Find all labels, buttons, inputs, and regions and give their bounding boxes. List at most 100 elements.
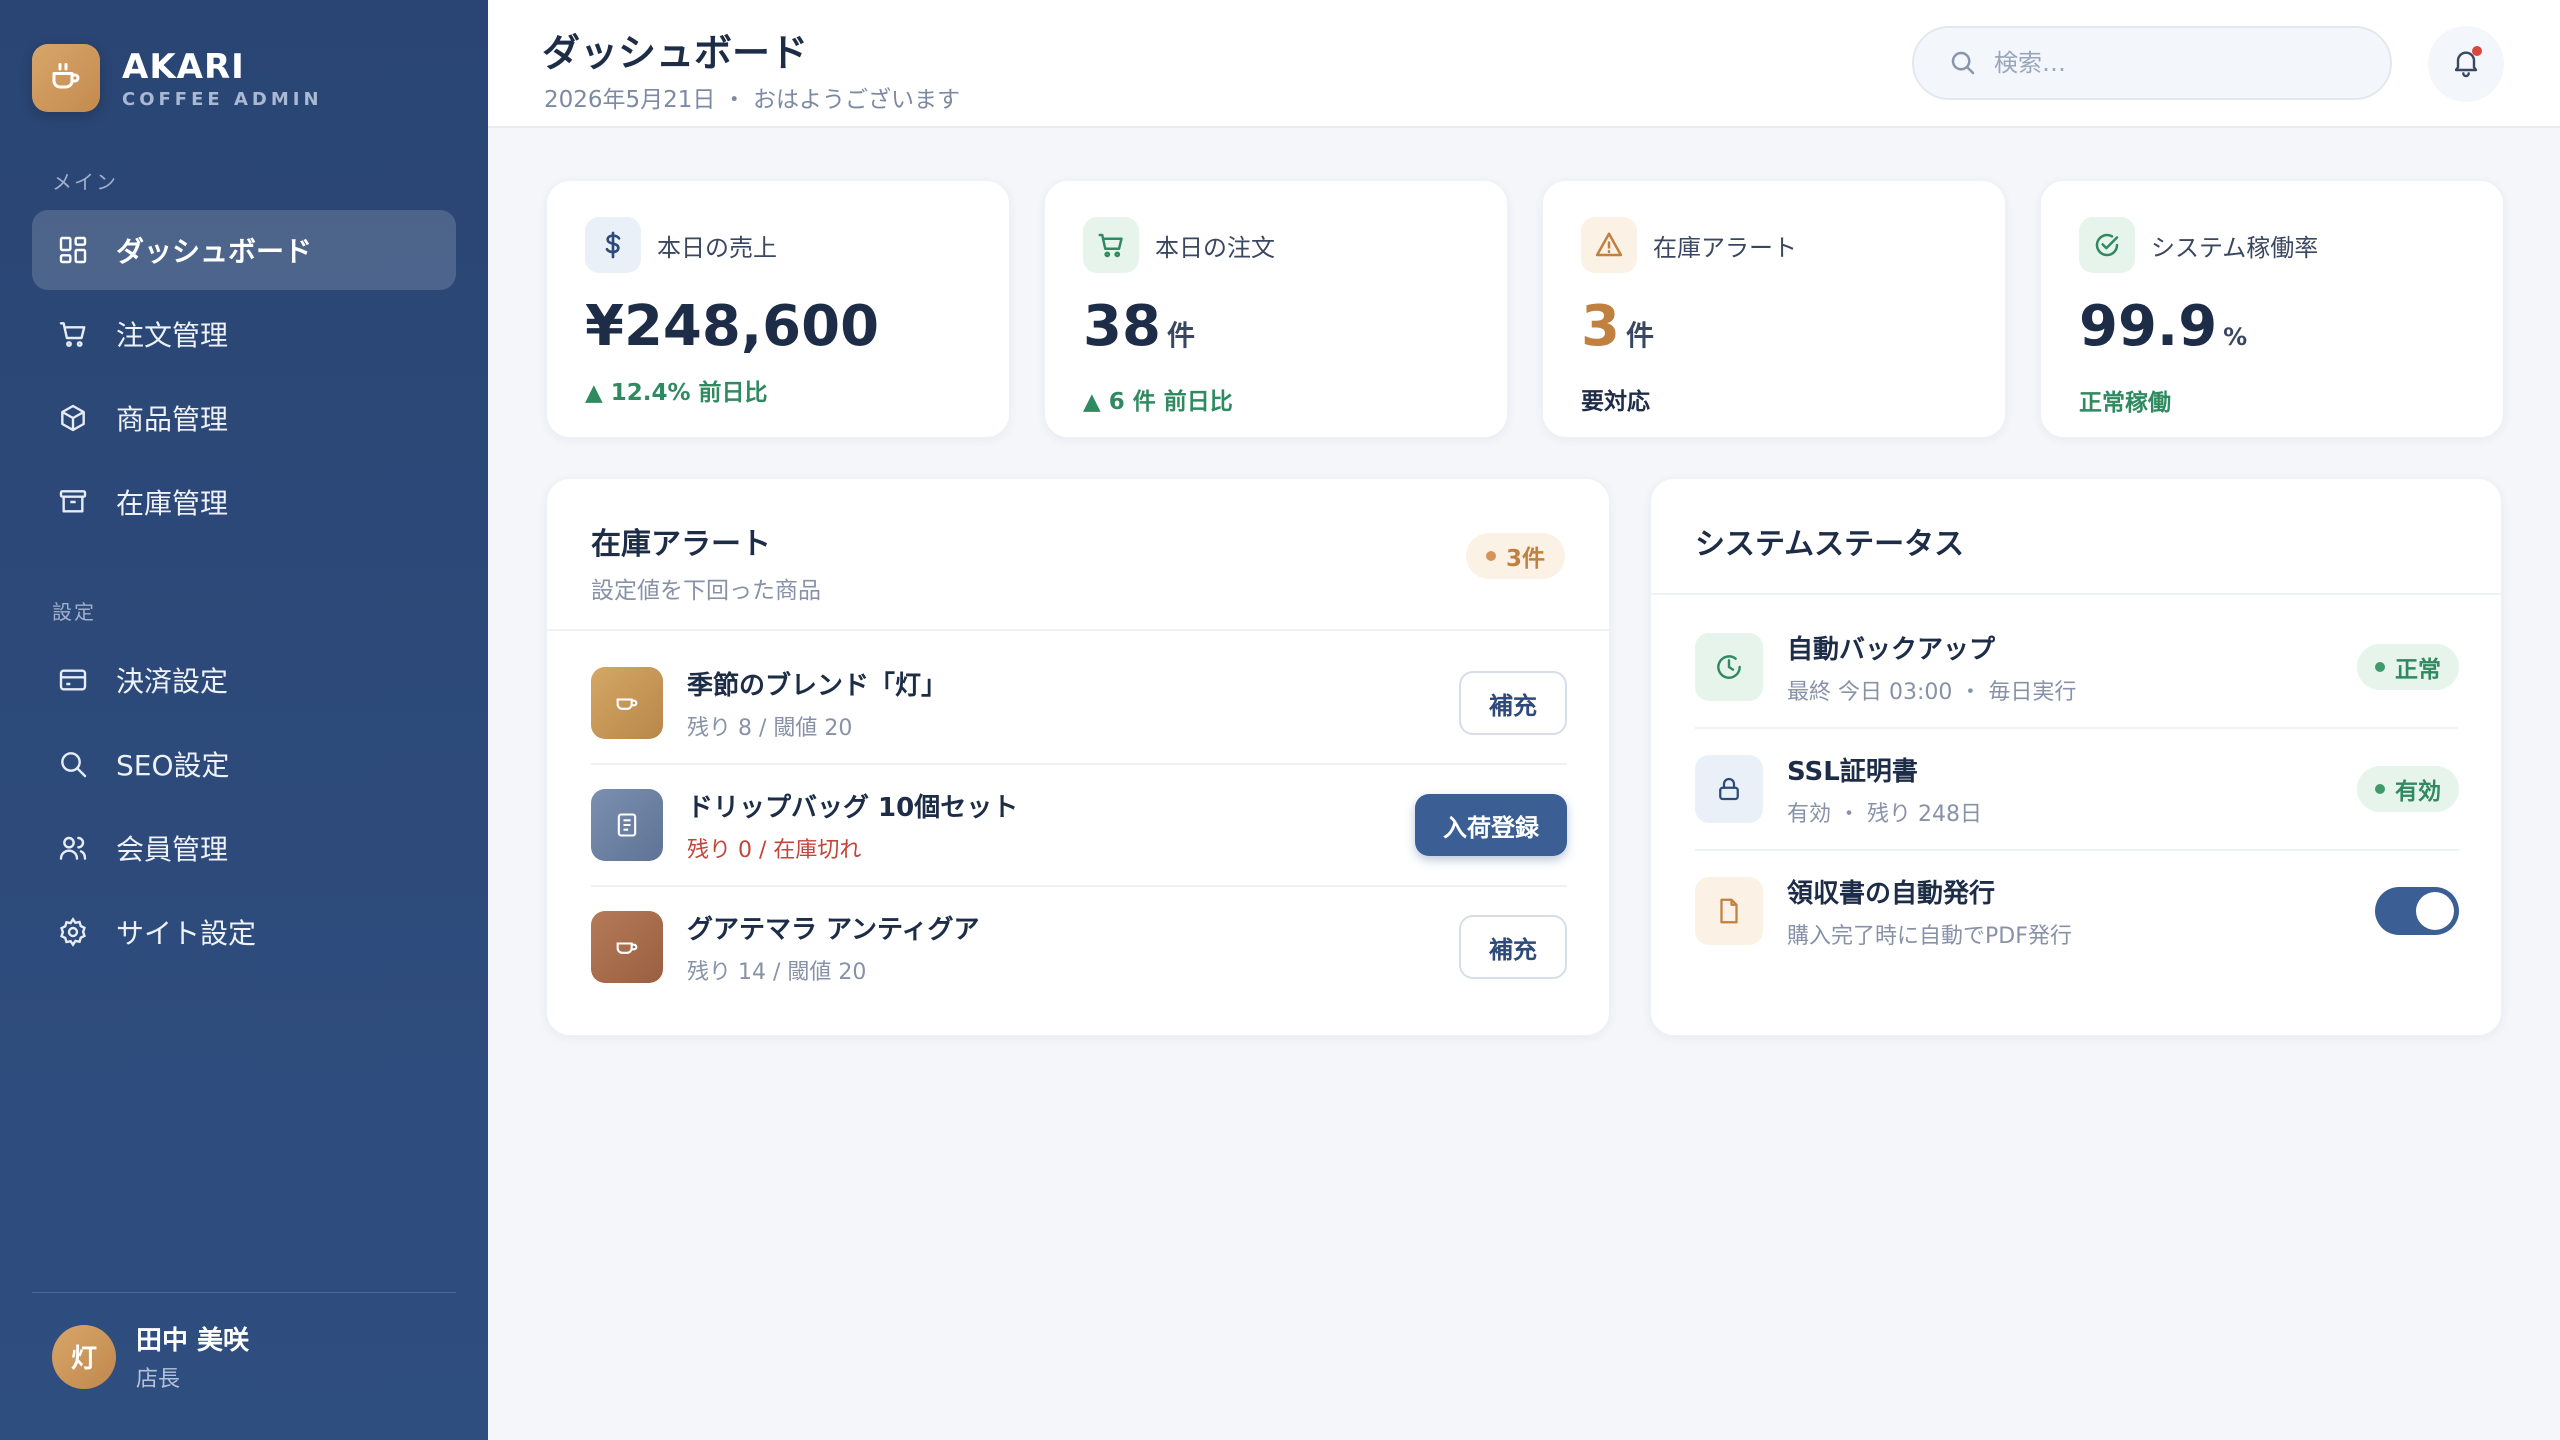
sidebar-item-label: ダッシュボード: [116, 235, 313, 268]
sidebar-item-label: 在庫管理: [116, 487, 229, 520]
sidebar-item-payment[interactable]: 決済設定: [32, 640, 456, 720]
warning-icon: [1581, 217, 1637, 273]
search-input[interactable]: [1994, 49, 2374, 77]
clock-icon: [1695, 633, 1763, 701]
product-name: 季節のブレンド「灯」: [687, 670, 948, 701]
sidebar-item-label: 注文管理: [116, 319, 229, 352]
panel-divider: [1651, 593, 2501, 595]
stat-value: 99.9: [2079, 294, 2218, 359]
coffee-cup-icon: [591, 911, 663, 983]
stat-trend: ▲ 12.4% 前日比: [585, 380, 768, 406]
page-title: ダッシュボード: [542, 31, 809, 75]
dot-icon: [2375, 784, 2385, 794]
stat-unit: 件: [1625, 319, 1654, 352]
badge-label: 3件: [1505, 546, 1545, 572]
stat-card-stock-alert: 在庫アラート 3件 要対応: [1542, 180, 2006, 438]
stat-label: システム稼働率: [2151, 233, 2319, 262]
stat-value: ¥248,600: [585, 294, 880, 359]
grid-icon: [56, 233, 90, 267]
stat-label: 本日の売上: [657, 233, 777, 262]
header: ダッシュボード 2026年5月21日 ・ おはようございます: [488, 0, 2560, 128]
status-badge-label: 有効: [2395, 779, 2441, 805]
nav-section-settings: 設定: [52, 600, 96, 624]
status-badge: 正常: [2357, 644, 2459, 690]
sidebar-divider: [32, 1292, 456, 1293]
sidebar-item-label: サイト設定: [116, 917, 257, 950]
user-role: 店長: [136, 1367, 181, 1392]
product-name: ドリップバッグ 10個セット: [687, 792, 1019, 823]
status-row-receipt: 領収書の自動発行 購入完了時に自動でPDF発行: [1695, 851, 2459, 971]
stat-unit: 件: [1166, 319, 1195, 352]
toggle-knob: [2416, 892, 2454, 930]
sidebar-item-products[interactable]: 商品管理: [32, 378, 456, 458]
product-stock: 残り 8 / 閾値 20: [687, 715, 853, 741]
product-stock: 残り 14 / 閾値 20: [687, 959, 867, 985]
status-meta: 最終 今日 03:00 ・ 毎日実行: [1787, 679, 2077, 705]
panel-subtitle: 設定値を下回った商品: [591, 578, 821, 604]
check-circle-icon: [2079, 217, 2135, 273]
document-icon: [1695, 877, 1763, 945]
sidebar-item-seo[interactable]: SEO設定: [32, 724, 456, 804]
sidebar-item-site-settings[interactable]: サイト設定: [32, 892, 456, 972]
stat-unit: %: [2223, 323, 2248, 351]
sidebar-item-orders[interactable]: 注文管理: [32, 294, 456, 374]
stat-label: 本日の注文: [1155, 233, 1275, 262]
cart-icon: [56, 317, 90, 351]
alert-count-badge: 3件: [1465, 533, 1565, 579]
stat-card-uptime: システム稼働率 99.9% 正常稼働: [2040, 180, 2504, 438]
avatar: 灯: [52, 1324, 116, 1389]
panel-title: システムステータス: [1695, 527, 1965, 562]
box-icon: [56, 401, 90, 435]
system-status-panel: システムステータス 自動バックアップ 最終 今日 03:00 ・ 毎日実行 正常…: [1650, 478, 2502, 1036]
dot-icon: [1485, 551, 1496, 561]
stat-note: 正常稼働: [2079, 390, 2171, 416]
status-name: SSL証明書: [1787, 756, 1918, 787]
list-item: グアテマラ アンティグア 残り 14 / 閾値 20 補充: [591, 887, 1567, 1007]
stat-card-sales: 本日の売上 ¥248,600 ▲ 12.4% 前日比: [546, 180, 1010, 438]
restock-button[interactable]: 補充: [1459, 671, 1567, 735]
list-item: 季節のブレンド「灯」 残り 8 / 閾値 20 補充: [591, 643, 1567, 763]
status-badge-label: 正常: [2395, 657, 2441, 683]
sidebar-item-inventory[interactable]: 在庫管理: [32, 462, 456, 542]
register-arrival-button[interactable]: 入荷登録: [1415, 794, 1567, 856]
status-badge: 有効: [2357, 766, 2459, 812]
stat-label: 在庫アラート: [1653, 233, 1797, 262]
product-name: グアテマラ アンティグア: [687, 914, 980, 945]
archive-icon: [56, 485, 90, 519]
auto-receipt-toggle[interactable]: [2375, 887, 2459, 935]
list-item: ドリップバッグ 10個セット 残り 0 / 在庫切れ 入荷登録: [591, 765, 1567, 885]
page-subtitle: 2026年5月21日 ・ おはようございます: [544, 87, 961, 113]
sidebar-item-label: 決済設定: [116, 665, 229, 698]
status-name: 領収書の自動発行: [1787, 878, 1996, 909]
user-name: 田中 美咲: [136, 1326, 250, 1356]
panel-divider: [547, 629, 1609, 631]
sidebar-item-label: SEO設定: [116, 749, 230, 782]
stat-trend: ▲ 6 件 前日比: [1083, 389, 1233, 415]
nav-section-main: メイン: [52, 170, 118, 194]
dollar-icon: [585, 217, 641, 273]
dot-icon: [2375, 662, 2385, 672]
restock-button[interactable]: 補充: [1459, 915, 1567, 979]
product-stock: 残り 0 / 在庫切れ: [687, 837, 862, 863]
drip-bag-icon: [591, 789, 663, 861]
sidebar-item-dashboard[interactable]: ダッシュボード: [32, 210, 456, 290]
search-icon: [1948, 48, 1978, 78]
stat-card-orders: 本日の注文 38 件 ▲ 6 件 前日比: [1044, 180, 1508, 438]
lock-icon: [1695, 755, 1763, 823]
inventory-alert-panel: 在庫アラート 設定値を下回った商品 3件 季節のブレンド「灯」 残り 8 / 閾…: [546, 478, 1610, 1036]
status-name: 自動バックアップ: [1787, 634, 1996, 665]
user-profile[interactable]: 灯 田中 美咲 店長: [52, 1320, 249, 1393]
stat-value: 38: [1083, 294, 1161, 359]
users-icon: [56, 831, 90, 865]
coffee-cup-logo-icon: [32, 44, 100, 112]
search-box[interactable]: [1912, 26, 2392, 100]
status-row-ssl: SSL証明書 有効 ・ 残り 248日 有効: [1695, 729, 2459, 849]
credit-card-icon: [56, 663, 90, 697]
status-meta: 購入完了時に自動でPDF発行: [1787, 923, 2072, 949]
brand[interactable]: AKARI COFFEE ADMIN: [32, 44, 323, 112]
sidebar: AKARI COFFEE ADMIN メイン ダッシュボード 注文管理 商品管理…: [0, 0, 488, 1440]
status-meta: 有効 ・ 残り 248日: [1787, 801, 1982, 827]
sidebar-item-members[interactable]: 会員管理: [32, 808, 456, 888]
notification-button[interactable]: [2428, 26, 2504, 102]
notification-dot: [2472, 46, 2482, 56]
